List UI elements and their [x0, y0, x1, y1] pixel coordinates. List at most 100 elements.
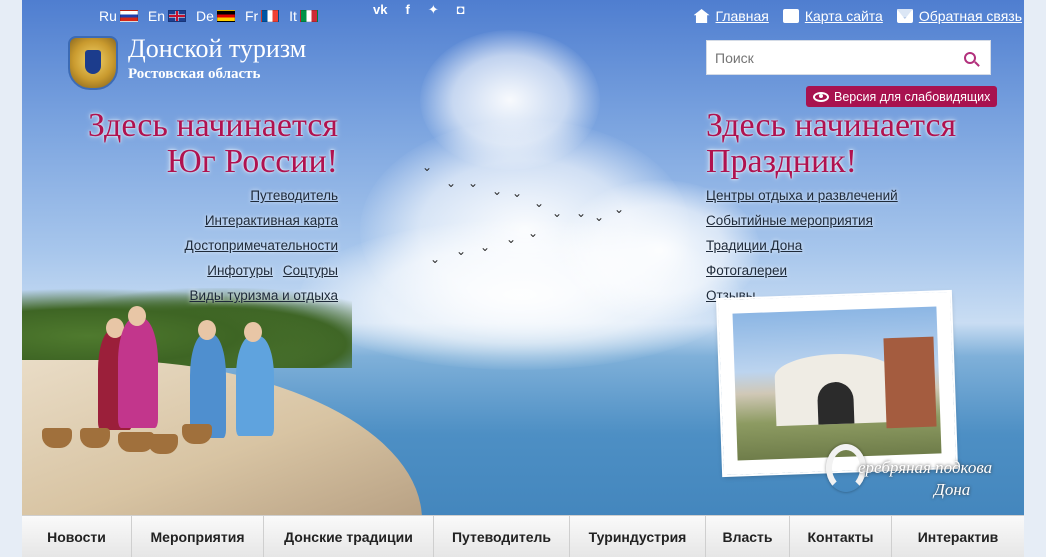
- brand-line: еребряная подкова: [858, 458, 993, 477]
- nav-events[interactable]: Мероприятия: [132, 516, 264, 557]
- nav-tourism-industry[interactable]: Туриндустрия: [570, 516, 706, 557]
- coat-of-arms-icon: [68, 36, 118, 90]
- slogan-line: Праздник!: [706, 142, 857, 180]
- link-interactive-map[interactable]: Интерактивная карта: [205, 212, 338, 230]
- person-head: [244, 322, 262, 342]
- search-icon: [964, 51, 976, 64]
- flag-gb-icon: [168, 10, 187, 22]
- bird-icon: ⌄: [534, 196, 545, 210]
- brand-line: Дона: [934, 480, 971, 499]
- bird-icon: ⌄: [468, 176, 479, 190]
- top-links: Главная Карта сайта Обратная связь: [693, 8, 1022, 24]
- fortress-photo: [732, 306, 942, 461]
- lang-fr[interactable]: Fr: [244, 8, 280, 24]
- nav-news[interactable]: Новости: [22, 516, 132, 557]
- person-figure: [118, 318, 158, 428]
- bird-icon: ⌄: [528, 226, 539, 240]
- fortress-arch: [816, 381, 855, 425]
- mail-icon: [896, 9, 913, 23]
- flag-fr-icon: [261, 10, 280, 22]
- lang-label: De: [196, 8, 214, 24]
- lang-it[interactable]: It: [289, 8, 318, 24]
- person-figure: [190, 334, 226, 438]
- lang-label: It: [289, 8, 297, 24]
- search-button[interactable]: [950, 41, 990, 74]
- lang-ru[interactable]: Ru: [99, 8, 138, 24]
- nav-guide[interactable]: Путеводитель: [434, 516, 570, 557]
- link-events[interactable]: Событийные мероприятия: [706, 212, 873, 230]
- social-links: vk f ✦ ◘: [373, 2, 465, 18]
- bird-icon: ⌄: [614, 202, 625, 216]
- home-icon: [693, 9, 710, 23]
- links-left: Путеводитель Интерактивная карта Достопр…: [185, 187, 338, 305]
- person-figure: [236, 336, 274, 436]
- fortress-wall: [883, 336, 937, 429]
- link-recreation-centers[interactable]: Центры отдыха и развлечений: [706, 187, 898, 205]
- nav-interactive[interactable]: Интерактив: [892, 516, 1024, 557]
- home-link[interactable]: Главная: [693, 8, 769, 24]
- site-subtitle: Ростовская область: [128, 66, 261, 82]
- page-left-margin: [0, 0, 22, 557]
- flag-it-icon: [299, 10, 318, 22]
- nav-contacts[interactable]: Контакты: [790, 516, 892, 557]
- link-photo-galleries[interactable]: Фотогалереи: [706, 262, 787, 280]
- eye-icon: [813, 91, 829, 102]
- bird-icon: ⌄: [446, 176, 457, 190]
- sitemap-link[interactable]: Карта сайта: [782, 8, 883, 24]
- feedback-link-label: Обратная связь: [918, 8, 1022, 24]
- accessibility-label: Версия для слабовидящих: [834, 89, 991, 104]
- accessibility-version-button[interactable]: Версия для слабовидящих: [806, 86, 998, 107]
- link-don-traditions[interactable]: Традиции Дона: [706, 237, 802, 255]
- link-infotours[interactable]: Инфотуры: [207, 262, 273, 280]
- lang-en[interactable]: En: [147, 8, 187, 24]
- bird-icon: ⌄: [576, 206, 587, 220]
- slogan-line: Здесь начинается: [87, 107, 338, 144]
- bird-icon: ⌄: [492, 184, 503, 198]
- bird-icon: ⌄: [552, 206, 563, 220]
- bird-icon: ⌄: [512, 186, 523, 200]
- bird-icon: ⌄: [480, 240, 491, 254]
- slogan-south-russia: Здесь начинается Юг России!: [18, 108, 338, 179]
- link-social-tours[interactable]: Соцтуры: [283, 262, 338, 280]
- person-head: [198, 320, 216, 340]
- slogan-line: Юг России!: [166, 142, 338, 180]
- lang-label: Ru: [99, 8, 117, 24]
- link-sights[interactable]: Достопримечательности: [185, 237, 338, 255]
- basket: [148, 434, 178, 454]
- site-title: Донской туризм: [128, 34, 307, 63]
- basket: [42, 428, 72, 448]
- feedback-link[interactable]: Обратная связь: [896, 8, 1022, 24]
- person-head: [128, 306, 146, 326]
- search-box: [706, 40, 991, 75]
- flag-ru-icon: [119, 10, 138, 22]
- slogan-holiday: Здесь начинается Праздник!: [706, 108, 1026, 179]
- bird-icon: ⌄: [422, 160, 433, 174]
- sitemap-icon: [782, 9, 799, 23]
- bird-icon: ⌄: [456, 244, 467, 258]
- bird-icon: ⌄: [430, 252, 441, 266]
- silver-horseshoe-brand[interactable]: еребряная подкова Дона: [826, 444, 996, 508]
- twitter-icon[interactable]: ✦: [428, 2, 439, 18]
- links-right: Центры отдыха и развлечений Событийные м…: [706, 187, 898, 305]
- link-tourism-types[interactable]: Виды туризма и отдыха: [189, 287, 338, 305]
- flag-de-icon: [216, 10, 235, 22]
- home-link-label: Главная: [715, 8, 769, 24]
- instagram-icon[interactable]: ◘: [457, 2, 465, 18]
- language-switcher: Ru En De Fr It: [99, 8, 318, 24]
- nav-don-traditions[interactable]: Донские традиции: [264, 516, 434, 557]
- main-navigation: Новости Мероприятия Донские традиции Пут…: [22, 515, 1024, 557]
- vk-icon[interactable]: vk: [373, 2, 387, 18]
- bird-icon: ⌄: [506, 232, 517, 246]
- lang-de[interactable]: De: [196, 8, 235, 24]
- sitemap-link-label: Карта сайта: [804, 8, 883, 24]
- link-guide[interactable]: Путеводитель: [250, 187, 338, 205]
- bird-icon: ⌄: [594, 210, 605, 224]
- facebook-icon[interactable]: f: [405, 2, 409, 18]
- nav-authorities[interactable]: Власть: [706, 516, 790, 557]
- site-logo[interactable]: Донской туризм Ростовская область: [68, 36, 306, 90]
- lang-label: En: [147, 8, 166, 24]
- lang-label: Fr: [244, 8, 259, 24]
- search-input[interactable]: [707, 41, 950, 74]
- basket: [182, 424, 212, 444]
- page-right-margin: [1024, 0, 1046, 557]
